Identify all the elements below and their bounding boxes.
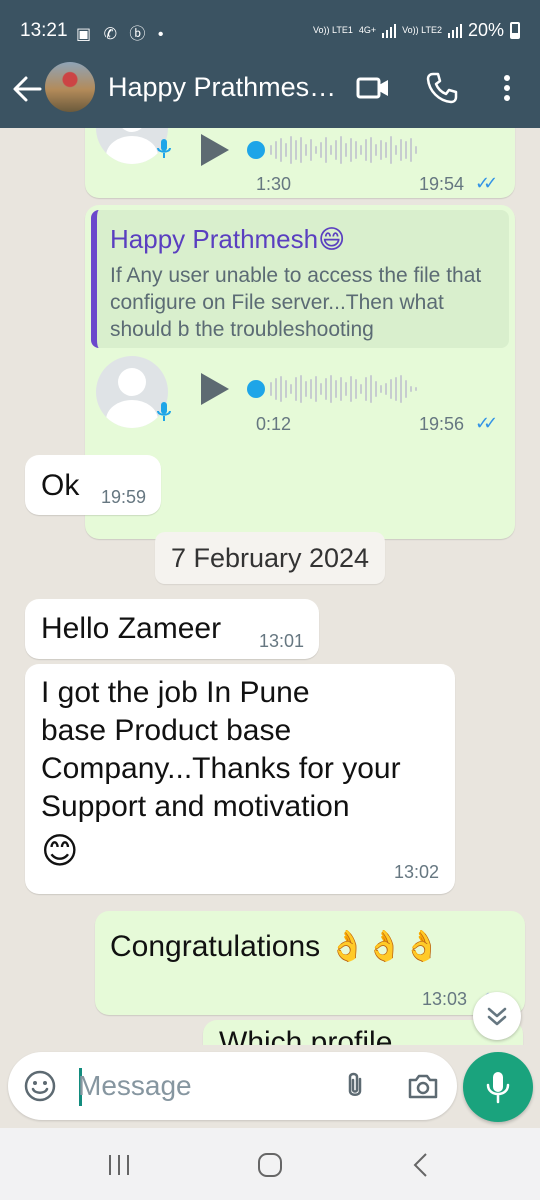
mic-badge-icon bbox=[156, 401, 172, 425]
camera-icon[interactable] bbox=[406, 1069, 440, 1103]
playback-position-dot[interactable] bbox=[247, 141, 265, 159]
play-icon[interactable] bbox=[201, 373, 229, 405]
message-text-line: base Product base bbox=[41, 714, 292, 747]
read-ticks-icon: ✓✓ bbox=[475, 413, 498, 433]
voice-duration: 1:30 bbox=[256, 174, 292, 194]
voice-message-bubble[interactable]: 1:30 19:54 ✓✓ bbox=[85, 128, 515, 198]
incoming-message-bubble[interactable]: Hello Zameer 13:01 bbox=[25, 599, 319, 659]
emoji-icon[interactable] bbox=[23, 1069, 57, 1103]
incoming-message-bubble[interactable]: I got the job In Pune base Product base … bbox=[25, 664, 455, 894]
notification-icons: ▣ ✆ ⓑ • bbox=[76, 26, 168, 43]
battery-icon bbox=[510, 22, 520, 39]
voice-duration: 0:12 bbox=[256, 414, 292, 434]
read-ticks-icon: ✓✓ bbox=[475, 173, 498, 193]
paperclip-icon[interactable] bbox=[338, 1069, 372, 1103]
status-right: Vo)) LTE1 4G+ Vo)) LTE2 20% bbox=[313, 20, 520, 41]
message-time: 13:02 bbox=[394, 862, 440, 882]
message-time: 19:54 bbox=[419, 174, 465, 194]
chat-header: Happy Prathmes… bbox=[0, 62, 540, 128]
message-input[interactable] bbox=[78, 1066, 328, 1106]
video-call-icon[interactable] bbox=[355, 70, 391, 106]
home-icon[interactable] bbox=[255, 1150, 285, 1180]
chat-messages[interactable]: 1:30 19:54 ✓✓ Happy Prathmesh😄 If Any us… bbox=[0, 128, 540, 1045]
system-nav-bar bbox=[0, 1128, 540, 1200]
message-time: 19:56 bbox=[419, 414, 465, 434]
status-time: 13:21 bbox=[20, 20, 68, 41]
outgoing-message-bubble[interactable]: Congratulations 👌👌👌 13:03 ✓✓ bbox=[95, 911, 525, 1015]
voice-waveform[interactable] bbox=[270, 135, 417, 165]
network-4g-label: 4G+ bbox=[358, 25, 377, 35]
mic-badge-icon bbox=[156, 138, 172, 162]
recent-apps-icon[interactable] bbox=[104, 1150, 134, 1180]
incoming-message-bubble[interactable]: Ok 19:59 bbox=[25, 455, 161, 515]
double-chevron-down-icon bbox=[487, 1007, 507, 1026]
message-time: 19:59 bbox=[101, 487, 147, 507]
back-nav-icon[interactable] bbox=[406, 1150, 436, 1180]
message-text-line: I got the job In Pune bbox=[41, 676, 310, 709]
contact-name[interactable]: Happy Prathmes… bbox=[108, 72, 336, 103]
network-lte1-label: Vo)) LTE1 bbox=[312, 25, 353, 35]
quoted-message[interactable]: Happy Prathmesh😄 If Any user unable to a… bbox=[91, 210, 509, 348]
quoted-sender-name: Happy Prathmesh😄 bbox=[110, 224, 346, 254]
message-text-line: Company...Thanks for your bbox=[41, 752, 401, 785]
message-text-line: Support and motivation bbox=[41, 790, 350, 823]
signal-bars-2-icon bbox=[447, 23, 462, 38]
voice-record-button[interactable] bbox=[463, 1052, 533, 1122]
message-text: Hello Zameer bbox=[41, 612, 222, 645]
status-bar: 13:21 ▣ ✆ ⓑ • Vo)) LTE1 4G+ Vo)) LTE2 20… bbox=[0, 0, 540, 62]
scroll-to-bottom-button[interactable] bbox=[473, 992, 521, 1040]
message-composer bbox=[8, 1052, 457, 1120]
back-arrow-icon[interactable] bbox=[10, 72, 44, 106]
date-divider: 7 February 2024 bbox=[155, 532, 385, 584]
smile-emoji: 😊 bbox=[41, 830, 79, 871]
message-time: 13:03 bbox=[422, 989, 468, 1009]
message-text: Ok bbox=[41, 469, 80, 502]
play-icon[interactable] bbox=[201, 134, 229, 166]
message-text: Congratulations 👌👌👌 bbox=[110, 930, 441, 963]
message-time: 13:01 bbox=[259, 631, 305, 651]
voice-waveform[interactable] bbox=[270, 374, 417, 404]
phone-icon[interactable] bbox=[424, 70, 460, 106]
network-lte2-label: Vo)) LTE2 bbox=[402, 25, 442, 35]
microphone-icon bbox=[486, 1072, 510, 1104]
contact-avatar[interactable] bbox=[45, 62, 95, 112]
quoted-text: If Any user unable to access the file th… bbox=[110, 264, 482, 341]
message-text: Which profile bbox=[219, 1026, 393, 1045]
more-options-icon[interactable] bbox=[489, 70, 525, 106]
battery-percent: 20% bbox=[467, 20, 504, 40]
signal-bars-icon bbox=[382, 23, 397, 38]
playback-position-dot[interactable] bbox=[247, 380, 265, 398]
